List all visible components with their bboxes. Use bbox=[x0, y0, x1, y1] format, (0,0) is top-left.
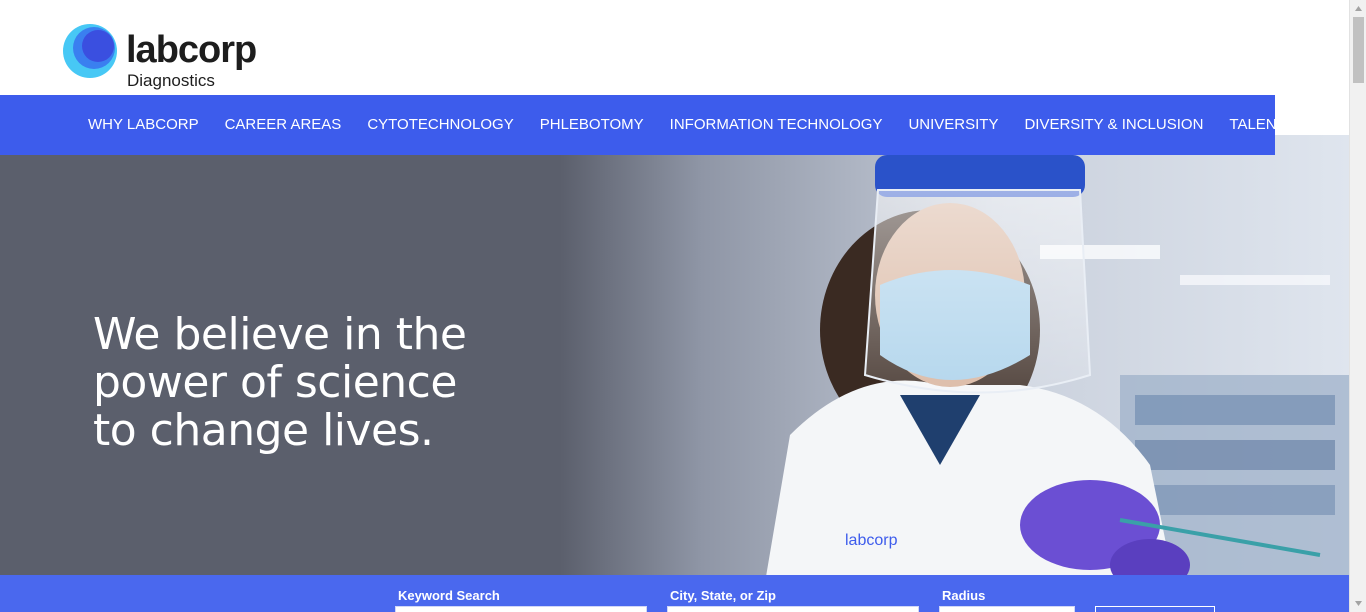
scroll-down-arrow-icon[interactable] bbox=[1350, 595, 1366, 612]
labcorp-logo-icon bbox=[63, 24, 117, 78]
coat-logo: labcorp bbox=[845, 532, 898, 549]
nav-item-talent-community[interactable]: TALENT COMMUNITY bbox=[1216, 95, 1366, 155]
radius-select[interactable] bbox=[939, 606, 1075, 612]
brand-division: Diagnostics bbox=[127, 71, 215, 90]
nav-item-cytotechnology[interactable]: CYTOTECHNOLOGY bbox=[354, 95, 526, 155]
hero-lab-photo: labcorp bbox=[560, 135, 1349, 612]
job-search-bar: Keyword Search City, State, or Zip Radiu… bbox=[0, 575, 1349, 612]
brand-name: labcorp bbox=[126, 29, 257, 71]
site-header: labcorp Diagnostics bbox=[0, 0, 1349, 95]
keyword-search-label: Keyword Search bbox=[398, 588, 500, 603]
nav-item-phlebotomy[interactable]: PHLEBOTOMY bbox=[527, 95, 657, 155]
location-input[interactable] bbox=[667, 606, 919, 612]
hero-banner: labcorp We believe in the power of scien… bbox=[0, 135, 1349, 612]
nav-item-career-areas[interactable]: CAREER AREAS bbox=[212, 95, 355, 155]
nav-item-university[interactable]: UNIVERSITY bbox=[895, 95, 1011, 155]
scroll-up-arrow-icon[interactable] bbox=[1350, 0, 1366, 17]
page-scrollbar[interactable] bbox=[1349, 0, 1366, 612]
keyword-search-input[interactable] bbox=[395, 606, 647, 612]
hero-headline: We believe in the power of science to ch… bbox=[93, 309, 467, 456]
nav-item-why-labcorp[interactable]: WHY LABCORP bbox=[75, 95, 212, 155]
main-navigation: WHY LABCORP CAREER AREAS CYTOTECHNOLOGY … bbox=[0, 95, 1366, 155]
location-label: City, State, or Zip bbox=[670, 588, 776, 603]
labcorp-logo[interactable]: labcorp Diagnostics bbox=[63, 24, 273, 94]
scrollbar-thumb[interactable] bbox=[1353, 17, 1364, 83]
nav-item-diversity-inclusion[interactable]: DIVERSITY & INCLUSION bbox=[1011, 95, 1216, 155]
nav-item-information-technology[interactable]: INFORMATION TECHNOLOGY bbox=[657, 95, 896, 155]
radius-label: Radius bbox=[942, 588, 986, 603]
search-button[interactable] bbox=[1095, 606, 1215, 612]
